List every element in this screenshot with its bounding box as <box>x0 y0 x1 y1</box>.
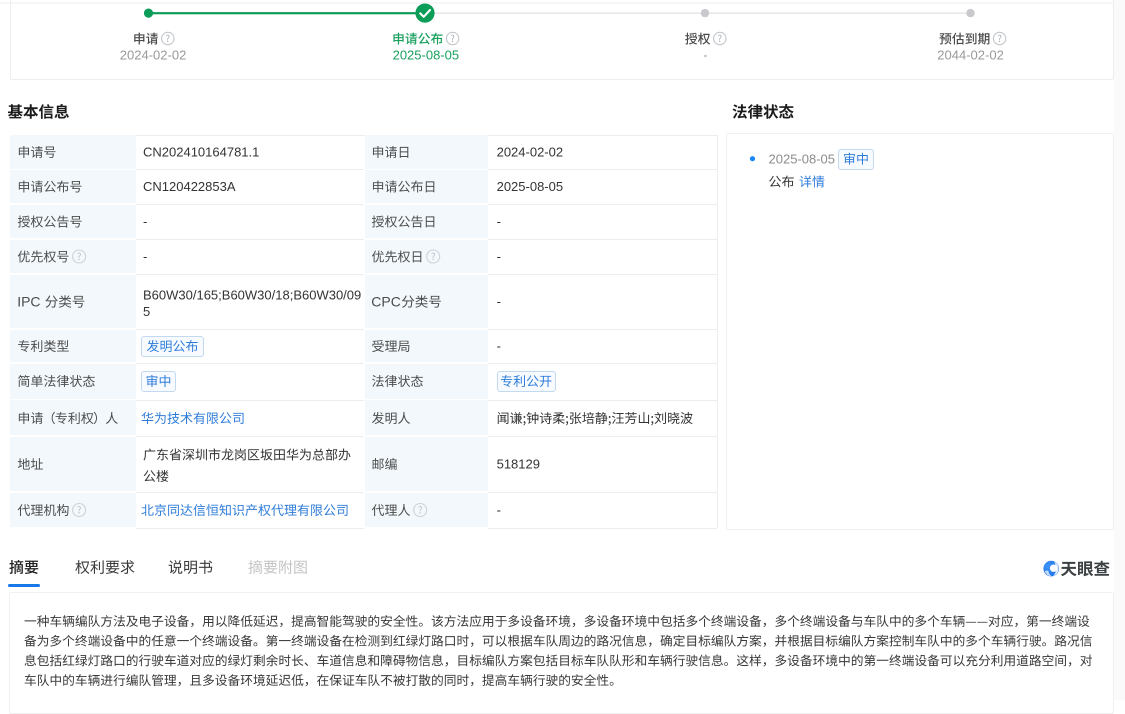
svg-text:2024-02-02: 2024-02-02 <box>120 48 187 63</box>
svg-text:2025-08-05: 2025-08-05 <box>393 48 460 63</box>
svg-text:-: - <box>143 214 147 229</box>
svg-text:IPC: IPC <box>17 294 40 310</box>
svg-text:2025-08-05: 2025-08-05 <box>769 151 836 166</box>
svg-text:-: - <box>497 339 501 354</box>
svg-text:CN120422853A: CN120422853A <box>143 179 236 194</box>
svg-text:-: - <box>497 503 501 518</box>
svg-text:-: - <box>703 48 707 63</box>
svg-text:2024-02-02: 2024-02-02 <box>497 145 563 160</box>
svg-text:B60W30/165;B60W30/18;B60W30/09: B60W30/165;B60W30/18;B60W30/09 <box>143 288 361 303</box>
svg-text:2044-02-02: 2044-02-02 <box>937 48 1004 63</box>
svg-text:-: - <box>497 294 501 309</box>
svg-text:-: - <box>497 214 501 229</box>
svg-text:CPC: CPC <box>371 294 401 310</box>
svg-text:5: 5 <box>143 304 150 319</box>
svg-text:-: - <box>143 249 147 264</box>
svg-text:2025-08-05: 2025-08-05 <box>497 179 563 194</box>
svg-text:CN202410164781.1: CN202410164781.1 <box>143 145 259 160</box>
svg-text:-: - <box>497 249 501 264</box>
svg-text:518129: 518129 <box>497 457 540 472</box>
